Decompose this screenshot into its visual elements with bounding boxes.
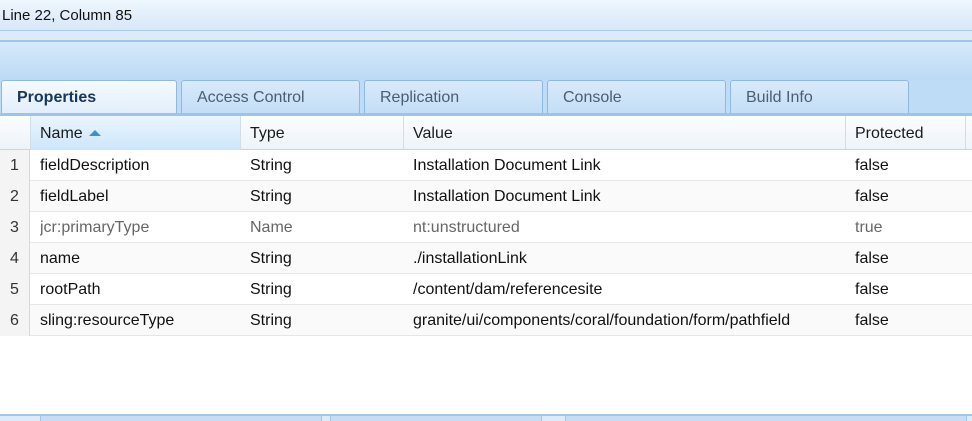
- property-type: String: [250, 281, 292, 298]
- tab-properties[interactable]: Properties: [1, 80, 177, 113]
- properties-grid: Name Type Value Protected 1 fieldDescrip…: [0, 116, 972, 416]
- cursor-position: Line 22, Column 85: [2, 7, 133, 24]
- property-name: fieldLabel: [40, 188, 109, 205]
- property-protected: false: [855, 188, 889, 205]
- property-name: fieldDescription: [40, 157, 150, 174]
- scrollbar-segment: [40, 416, 322, 421]
- scrollbar-segment: [565, 416, 967, 421]
- column-header-name[interactable]: Name: [31, 116, 241, 150]
- property-name: name: [40, 250, 81, 267]
- property-name: rootPath: [40, 281, 101, 298]
- property-protected: false: [855, 281, 889, 298]
- scrollbar-segment: [330, 416, 542, 421]
- tab-strip: Properties Access Control Replication Co…: [0, 80, 972, 116]
- table-row[interactable]: 3 jcr:primaryType Name nt:unstructured t…: [0, 212, 972, 243]
- property-value: granite/ui/components/coral/foundation/f…: [413, 312, 791, 329]
- tab-build-info[interactable]: Build Info: [730, 80, 909, 113]
- tab-access-control[interactable]: Access Control: [181, 80, 360, 113]
- tab-console[interactable]: Console: [547, 80, 726, 113]
- property-value: nt:unstructured: [413, 219, 520, 236]
- row-number: 4: [0, 243, 30, 274]
- property-name: sling:resourceType: [40, 312, 175, 329]
- column-header-value[interactable]: Value: [404, 116, 846, 150]
- property-protected: false: [855, 250, 889, 267]
- property-protected: false: [855, 312, 889, 329]
- row-number: 6: [0, 305, 30, 336]
- row-number: 5: [0, 274, 30, 305]
- property-type: String: [250, 157, 292, 174]
- property-type: String: [250, 188, 292, 205]
- table-row[interactable]: 5 rootPath String /content/dam/reference…: [0, 274, 972, 305]
- grid-header: Name Type Value Protected: [0, 116, 972, 150]
- tab-replication[interactable]: Replication: [364, 80, 543, 113]
- row-number: 1: [0, 150, 30, 181]
- column-header-label: Name: [40, 125, 83, 142]
- property-value: ./installationLink: [413, 250, 527, 267]
- status-bar: Line 22, Column 85: [0, 0, 972, 31]
- row-number-header: [0, 116, 31, 150]
- property-protected: true: [855, 219, 883, 236]
- row-number: 3: [0, 212, 30, 243]
- grid-body: 1 fieldDescription String Installation D…: [0, 150, 972, 336]
- toolbar-divider: [0, 31, 972, 40]
- property-value: /content/dam/referencesite: [413, 281, 603, 298]
- table-row[interactable]: 2 fieldLabel String Installation Documen…: [0, 181, 972, 212]
- property-protected: false: [855, 157, 889, 174]
- table-row[interactable]: 6 sling:resourceType String granite/ui/c…: [0, 305, 972, 336]
- property-type: String: [250, 312, 292, 329]
- toolbar-area: [0, 40, 972, 80]
- property-value: Installation Document Link: [413, 188, 601, 205]
- horizontal-scrollbar[interactable]: [0, 414, 972, 421]
- column-header-protected[interactable]: Protected: [846, 116, 966, 150]
- property-type: Name: [250, 219, 293, 236]
- table-row[interactable]: 1 fieldDescription String Installation D…: [0, 150, 972, 181]
- property-type: String: [250, 250, 292, 267]
- property-name: jcr:primaryType: [40, 219, 150, 236]
- row-number: 2: [0, 181, 30, 212]
- table-row[interactable]: 4 name String ./installationLink false: [0, 243, 972, 274]
- column-header-type[interactable]: Type: [241, 116, 404, 150]
- sort-ascending-icon: [88, 130, 101, 136]
- property-value: Installation Document Link: [413, 157, 601, 174]
